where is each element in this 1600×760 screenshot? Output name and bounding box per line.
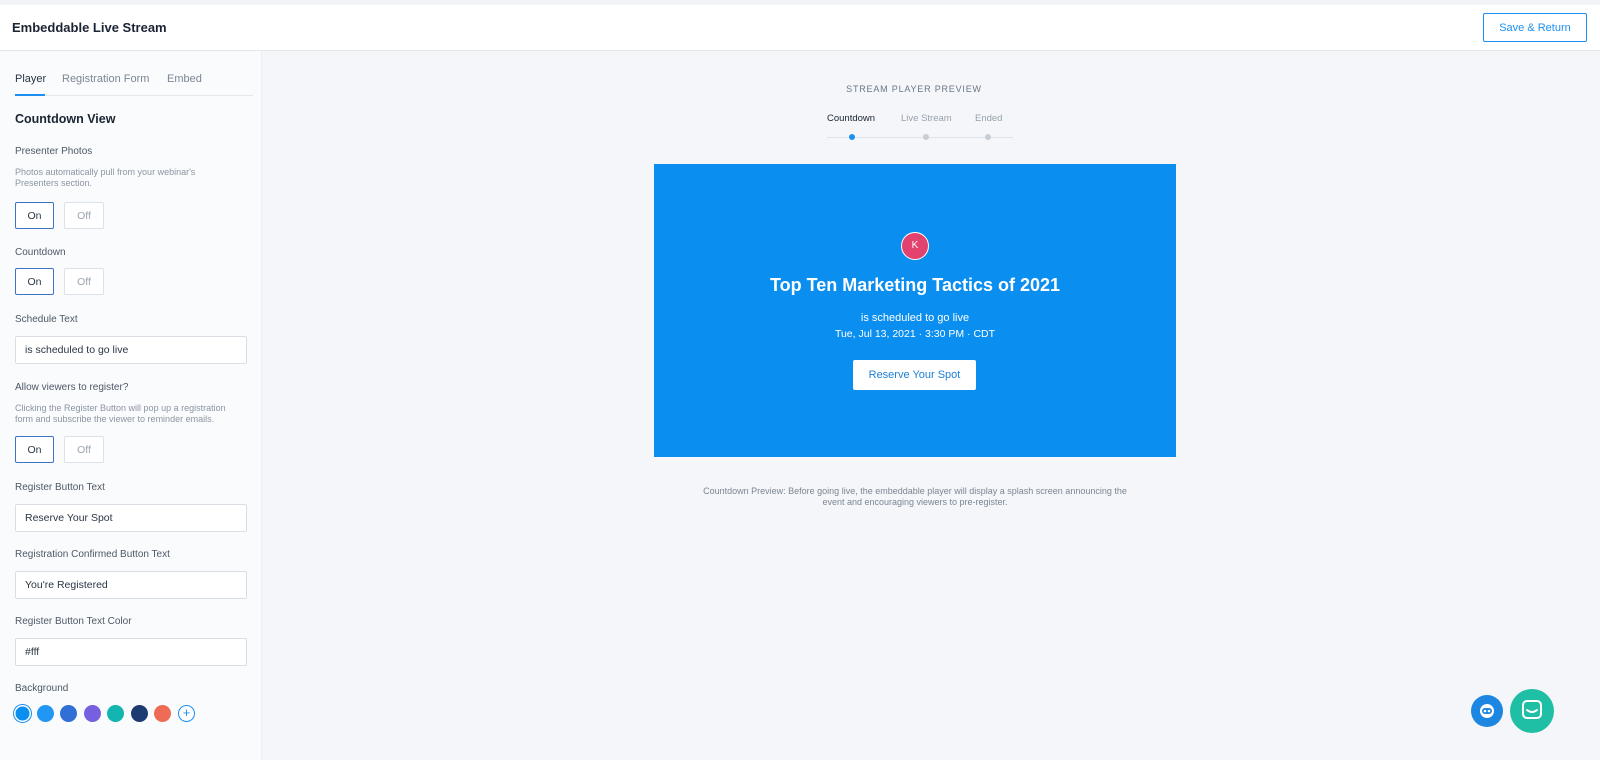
- tab-player[interactable]: Player: [15, 73, 46, 85]
- chat-bubble-icon[interactable]: [1510, 689, 1554, 733]
- schedule-text-input[interactable]: [15, 336, 247, 364]
- background-label: Background: [15, 683, 69, 694]
- countdown-off-button[interactable]: Off: [64, 268, 104, 295]
- step-dot-countdown: [849, 134, 855, 140]
- confirmed-button-text-label: Registration Confirmed Button Text: [15, 549, 170, 560]
- register-text-color-label: Register Button Text Color: [15, 616, 132, 627]
- background-swatch[interactable]: [60, 705, 77, 722]
- background-swatch[interactable]: [14, 705, 31, 722]
- presenter-avatar: K: [901, 232, 929, 260]
- stream-player-preview: K Top Ten Marketing Tactics of 2021 is s…: [654, 164, 1176, 457]
- app-header: Embeddable Live Stream Save & Return: [0, 5, 1600, 51]
- background-swatch[interactable]: [131, 705, 148, 722]
- section-title: Countdown View: [15, 112, 116, 126]
- register-button-text-label: Register Button Text: [15, 482, 105, 493]
- step-dot-live-stream: [923, 134, 929, 140]
- schedule-text-label: Schedule Text: [15, 314, 78, 325]
- tab-registration-form[interactable]: Registration Form: [62, 73, 149, 85]
- schedule-date: Tue, Jul 13, 2021 · 3:30 PM · CDT: [834, 328, 996, 340]
- countdown-label: Countdown: [15, 247, 66, 258]
- countdown-on-button[interactable]: On: [15, 268, 54, 295]
- step-countdown[interactable]: Countdown: [827, 113, 875, 124]
- step-ended[interactable]: Ended: [975, 113, 1002, 124]
- background-swatch[interactable]: [84, 705, 101, 722]
- step-dot-ended: [985, 134, 991, 140]
- add-color-button[interactable]: +: [178, 705, 195, 722]
- active-tab-indicator: [15, 94, 45, 96]
- step-live-stream[interactable]: Live Stream: [901, 113, 952, 124]
- background-swatch[interactable]: [154, 705, 171, 722]
- allow-register-label: Allow viewers to register?: [15, 382, 129, 393]
- allow-register-on-button[interactable]: On: [15, 436, 54, 463]
- register-button-text-input[interactable]: [15, 504, 247, 532]
- background-swatch[interactable]: [107, 705, 124, 722]
- presenter-photos-help: Photos automatically pull from your webi…: [15, 167, 196, 188]
- settings-tabs: Player Registration Form Embed: [15, 71, 253, 96]
- background-swatch[interactable]: [37, 705, 54, 722]
- presenter-photos-label: Presenter Photos: [15, 146, 93, 157]
- presenter-photos-on-button[interactable]: On: [15, 202, 54, 229]
- reserve-spot-button[interactable]: Reserve Your Spot: [853, 360, 976, 390]
- confirmed-button-text-input[interactable]: [15, 571, 247, 599]
- preview-label: STREAM PLAYER PREVIEW: [846, 84, 982, 94]
- robot-help-icon[interactable]: [1471, 695, 1503, 727]
- page-title: Embeddable Live Stream: [12, 20, 167, 35]
- save-return-button[interactable]: Save & Return: [1483, 13, 1587, 42]
- preview-note: Countdown Preview: Before going live, th…: [703, 486, 1127, 507]
- settings-sidebar: Player Registration Form Embed Countdown…: [0, 51, 262, 760]
- presenter-photos-off-button[interactable]: Off: [64, 202, 104, 229]
- register-text-color-input[interactable]: [15, 638, 247, 666]
- allow-register-help: Clicking the Register Button will pop up…: [15, 403, 226, 424]
- schedule-text: is scheduled to go live: [860, 312, 970, 324]
- tab-embed[interactable]: Embed: [167, 73, 202, 85]
- event-title: Top Ten Marketing Tactics of 2021: [769, 275, 1061, 295]
- allow-register-off-button[interactable]: Off: [64, 436, 104, 463]
